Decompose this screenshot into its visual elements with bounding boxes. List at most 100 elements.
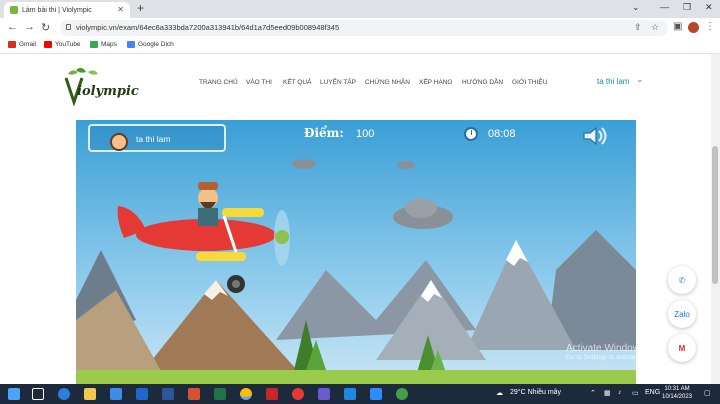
url-text: violympic.vn/exam/64ec6a333bda7200a31394… <box>76 23 340 32</box>
profile-avatar[interactable] <box>688 22 699 33</box>
score-value: 100 <box>356 128 375 140</box>
pilot-beard <box>200 202 216 209</box>
plane-wheel-hub <box>232 280 240 288</box>
pilot-body <box>198 208 218 226</box>
file-explorer-icon[interactable] <box>84 388 96 400</box>
violympic-logo[interactable]: iolympic <box>64 66 154 107</box>
player-info-box: ta thi lam <box>88 124 226 152</box>
nav-ket-qua[interactable]: KẾT QUẢ <box>283 79 311 86</box>
sidebar-icon[interactable]: ▣ <box>673 21 682 32</box>
cloud-small-1 <box>292 159 316 169</box>
logo-text: iolympic <box>77 84 139 99</box>
lock-icon <box>66 24 71 30</box>
nav-trang-chu[interactable]: TRANG CHỦ <box>199 79 238 86</box>
opera-icon[interactable] <box>292 388 304 400</box>
volume-icon[interactable]: ♪ <box>618 389 622 396</box>
share-icon[interactable]: ⇪ <box>634 22 642 33</box>
pilot-hat <box>198 182 218 190</box>
nav-huong-dan[interactable]: HƯỚNG DẪN <box>462 79 503 86</box>
scrollbar-thumb[interactable] <box>712 146 718 284</box>
back-icon[interactable]: ← <box>7 21 18 33</box>
nav-gioi-thieu[interactable]: GIỚI THIỆU <box>512 79 547 86</box>
word-icon[interactable] <box>162 388 174 400</box>
reload-icon[interactable]: ↻ <box>41 21 50 34</box>
cloud-small-2 <box>397 161 415 169</box>
network-icon[interactable]: ▦ <box>604 389 611 397</box>
menu-dots-icon[interactable]: ⋮ <box>705 21 715 32</box>
bookmark-gmail[interactable]: Gmail <box>8 41 36 48</box>
zalo-label: Zalo <box>674 309 690 319</box>
tab-title: Làm bài thi | Violympic <box>22 6 92 14</box>
battery-icon[interactable]: ▭ <box>632 389 639 397</box>
player-name: ta thi lam <box>136 134 171 144</box>
player-avatar-icon <box>110 133 128 151</box>
plane-wing-top <box>222 208 264 217</box>
store-icon[interactable] <box>110 388 122 400</box>
close-tab-icon[interactable]: ✕ <box>117 5 124 14</box>
url-bar[interactable]: violympic.vn/exam/64ec6a333bda7200a31394… <box>60 20 668 36</box>
activate-windows-watermark: Activate Windows Go to Settings to activ… <box>566 343 669 361</box>
user-menu[interactable]: ta thi lam <box>597 77 629 86</box>
bookmark-youtube[interactable]: YouTube <box>44 41 81 48</box>
tab-search-icon[interactable]: ⌄ <box>632 2 640 13</box>
chevron-down-icon[interactable]: ⌄ <box>636 74 644 85</box>
phone-icon: ✆ <box>678 275 686 285</box>
speaker-icon[interactable] <box>582 126 608 146</box>
score-label: Điểm: <box>304 126 344 140</box>
app-icon-3[interactable] <box>344 388 356 400</box>
youtube-icon <box>44 41 52 48</box>
app-icon-1[interactable] <box>266 388 278 400</box>
forward-icon[interactable]: → <box>24 21 35 33</box>
site-favicon-icon <box>10 6 18 14</box>
taskbar-clock[interactable]: 10:31 AM 10/14/2023 <box>662 385 692 401</box>
tray-overflow-icon[interactable]: ⌃ <box>590 389 596 397</box>
app-icon-2[interactable] <box>318 388 330 400</box>
restore-icon[interactable]: ❐ <box>683 2 691 13</box>
bookmark-google-translate[interactable]: Google Dịch <box>127 41 174 48</box>
bookmark-star-icon[interactable]: ☆ <box>651 22 659 33</box>
powerpoint-icon[interactable] <box>188 388 200 400</box>
weather-icon: ☁ <box>496 390 503 397</box>
close-window-icon[interactable]: ✕ <box>705 2 713 13</box>
gmail-icon: M <box>678 343 686 353</box>
plane-wing-bottom <box>196 252 246 261</box>
weather-text[interactable]: 29°C Nhiều mây <box>510 389 561 396</box>
site-header: iolympic TRANG CHỦ VÀO THI KẾT QUẢ LUYỆN… <box>0 54 720 112</box>
browser-tab[interactable]: Làm bài thi | Violympic ✕ <box>4 2 130 18</box>
timer-clock-icon <box>464 127 478 141</box>
mail-icon[interactable] <box>136 388 148 400</box>
zoom-icon[interactable] <box>370 388 382 400</box>
translate-icon <box>127 41 135 48</box>
browser-tab-strip: Làm bài thi | Violympic ✕ + ⌄ — ❐ ✕ <box>0 0 720 18</box>
bookmark-maps[interactable]: Maps <box>90 41 117 48</box>
chrome-icon[interactable] <box>240 388 252 400</box>
gmail-icon <box>8 41 16 48</box>
nav-xep-hang[interactable]: XẾP HẠNG <box>419 79 452 86</box>
plane-nose <box>275 230 289 244</box>
nav-vao-thi[interactable]: VÀO THI <box>246 79 272 86</box>
bookmarks-bar: Gmail YouTube Maps Google Dịch <box>0 38 720 54</box>
edge-icon[interactable] <box>58 388 70 400</box>
zalo-button[interactable]: Zalo <box>668 300 696 328</box>
gmail-button[interactable]: M <box>668 334 696 362</box>
nav-chung-nhan[interactable]: CHỨNG NHẬN <box>365 79 410 86</box>
mountain-brown-left <box>136 280 306 380</box>
task-view-icon[interactable] <box>32 388 44 400</box>
notification-icon[interactable]: ▢ <box>704 389 711 397</box>
grass-strip <box>76 370 636 384</box>
excel-icon[interactable] <box>214 388 226 400</box>
timer-value: 08:08 <box>488 128 516 140</box>
nav-luyen-tap[interactable]: LUYỆN TẬP <box>320 79 356 86</box>
new-tab-icon[interactable]: + <box>137 1 144 15</box>
app-icon-4[interactable] <box>396 388 408 400</box>
minimize-icon[interactable]: — <box>660 2 669 12</box>
address-bar-row: ← → ↻ violympic.vn/exam/64ec6a333bda7200… <box>0 18 720 38</box>
cloud-large-top <box>405 198 437 218</box>
phone-button[interactable]: ✆ <box>668 266 696 294</box>
language-indicator[interactable]: ENG <box>645 389 660 396</box>
game-scene <box>76 159 636 384</box>
game-canvas[interactable]: ta thi lam Điểm: 100 08:08 <box>76 120 636 384</box>
windows-taskbar: ☁ 29°C Nhiều mây ⌃ ▦ ♪ ▭ ENG 10:31 AM 10… <box>0 384 720 404</box>
start-icon[interactable] <box>8 388 20 400</box>
maps-icon <box>90 41 98 48</box>
